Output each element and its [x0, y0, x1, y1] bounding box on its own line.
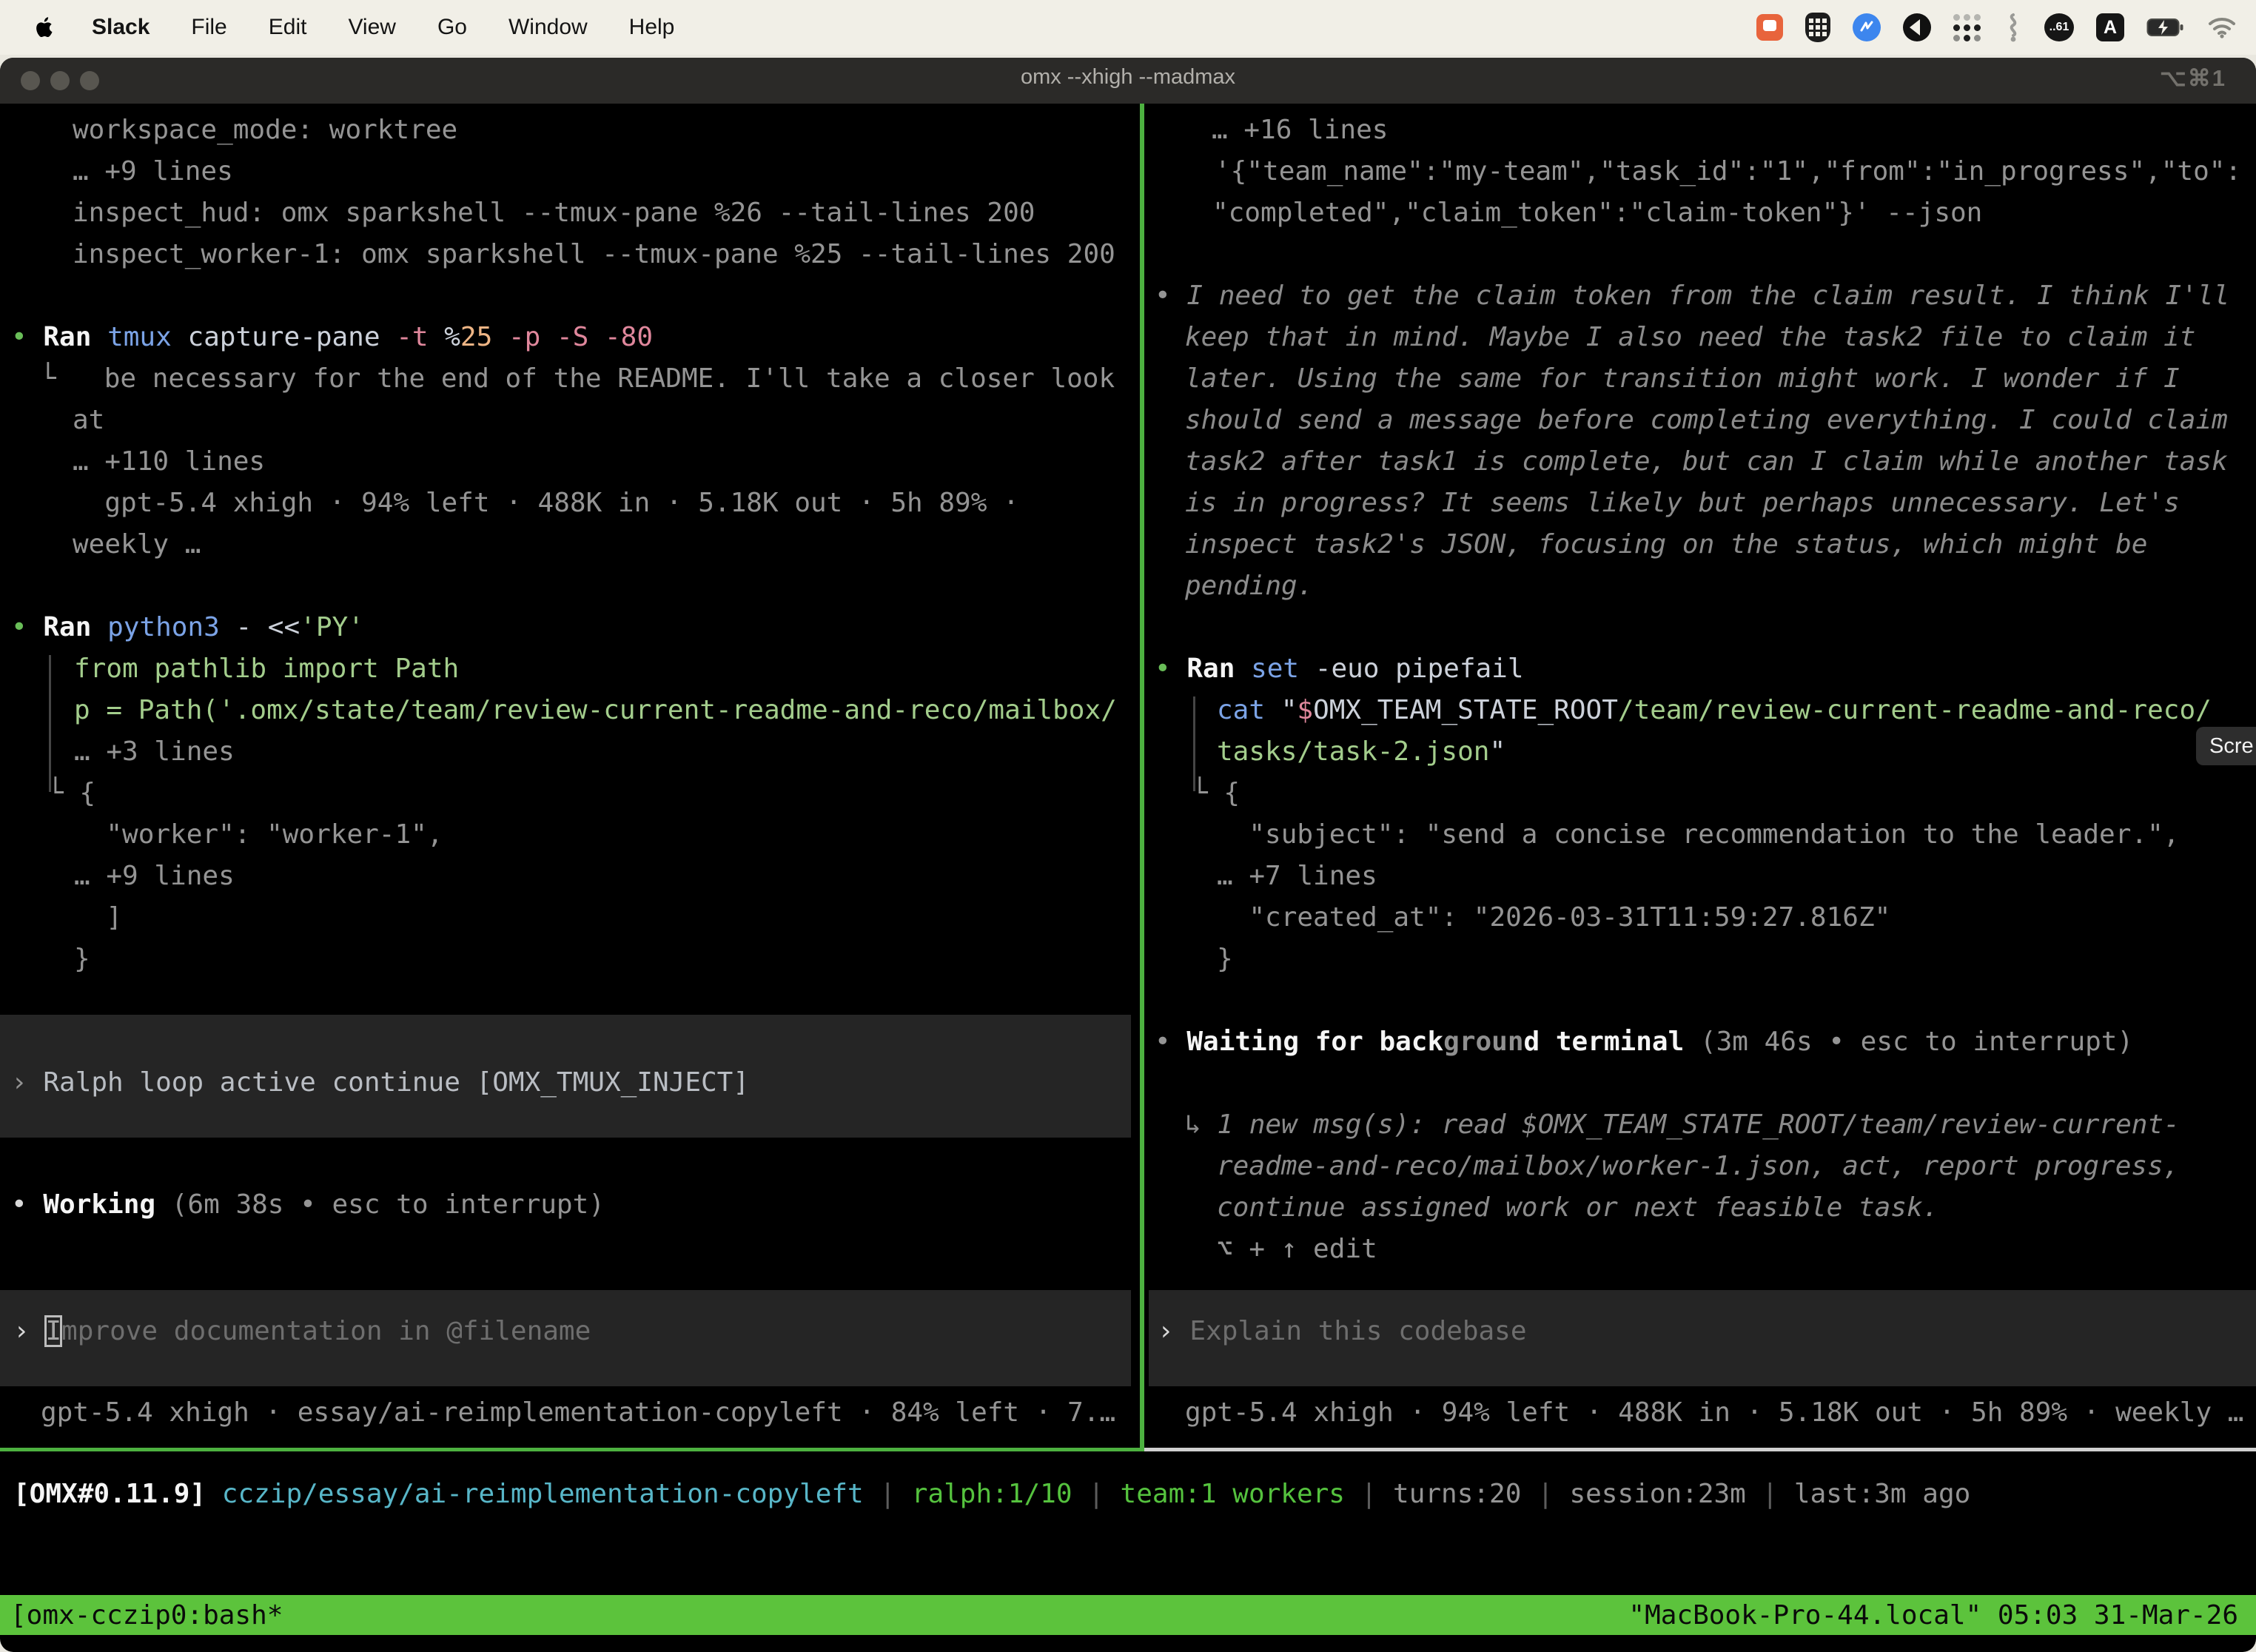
- menu-file[interactable]: File: [191, 15, 226, 40]
- a-square-icon[interactable]: A: [2096, 13, 2124, 41]
- terminal-line: readme-and-reco/mailbox/worker-1.json, a…: [1217, 1149, 2179, 1183]
- terminal-line: later. Using the same for transition mig…: [1185, 362, 2180, 396]
- terminal-line: }: [74, 942, 90, 976]
- menu-status-icons: ..61 A: [1756, 0, 2237, 55]
- terminal-line: '{"team_name":"my-team","task_id":"1","f…: [1215, 155, 2241, 189]
- window-shortcut-badge: ⌥⌘1: [2160, 65, 2226, 92]
- terminal-line: ↳ 1 new msg(s): read $OMX_TEAM_STATE_ROO…: [1185, 1108, 2180, 1142]
- terminal-line: … +7 lines: [1217, 859, 1377, 893]
- terminal-line: gpt-5.4 xhigh · essay/ai-reimplementatio…: [41, 1396, 1115, 1430]
- dots-grid-icon[interactable]: [1953, 14, 1981, 41]
- pane-divider[interactable]: [1140, 104, 1144, 1451]
- terminal-line: • I need to get the claim token from the…: [1155, 279, 2229, 313]
- terminal-line: gpt-5.4 xhigh · 94% left · 488K in · 5.1…: [73, 486, 1019, 520]
- terminal-line: is in progress? It seems likely but perh…: [1185, 486, 2180, 520]
- pane-border-right: [1144, 1448, 2256, 1451]
- terminal-line: inspect task2's JSON, focusing on the st…: [1185, 528, 2147, 562]
- tmux-pane-right[interactable]: … +16 lines '{"team_name":"my-team","task…: [1144, 104, 2256, 1448]
- terminal-line: … +16 lines: [1212, 113, 1388, 147]
- terminal-line: … +110 lines: [73, 445, 265, 479]
- tmux-status-bar: [omx-cczip0:bash* "MacBook-Pro-44.local"…: [0, 1595, 2256, 1635]
- terminal-line: continue assigned work or next feasible …: [1217, 1191, 1938, 1225]
- terminal-line: cat "$OMX_TEAM_STATE_ROOT/team/review-cu…: [1217, 694, 2212, 728]
- terminal-line: gpt-5.4 xhigh · 94% left · 488K in · 5.1…: [1185, 1396, 2243, 1430]
- battery-charging-icon[interactable]: [2146, 17, 2185, 38]
- terminal-line: should send a message before completing …: [1185, 403, 2228, 437]
- tmux-host-clock: "MacBook-Pro-44.local" 05:03 31-Mar-26: [1628, 1600, 2238, 1631]
- window-title: omx --xhigh --madmax: [0, 65, 2256, 90]
- squiggle-icon[interactable]: [2003, 12, 2022, 43]
- tmux-pane-left[interactable]: workspace_mode: worktree … +9 lines inspec…: [0, 104, 1140, 1448]
- badge-61-icon[interactable]: ..61: [2044, 13, 2074, 41]
- menu-bar: Slack File Edit View Go Window Help ..61…: [0, 0, 2256, 55]
- terminal-line: "subject": "send a concise recommendatio…: [1217, 818, 2179, 852]
- terminal-line: inspect_worker-1: omx sparkshell --tmux-…: [73, 238, 1115, 272]
- terminal-line: }: [1217, 942, 1233, 976]
- pane-border-left: [0, 1448, 1140, 1451]
- omx-status-line: [OMX#0.11.9] cczip/essay/ai-reimplementa…: [13, 1479, 1970, 1509]
- terminal-line: tasks/task-2.json": [1217, 735, 1505, 769]
- terminal-line: "completed","claim_token":"claim-token"}…: [1212, 196, 1982, 230]
- terminal-line: ]: [74, 901, 122, 935]
- terminal-line: weekly …: [73, 528, 201, 562]
- privacy-shield-icon[interactable]: [1805, 13, 1830, 42]
- terminal-line: • Ran set -euo pipefail: [1155, 652, 1524, 686]
- terminal-line: • Waiting for background terminal (3m 46…: [1155, 1025, 2133, 1059]
- menu-edit[interactable]: Edit: [269, 15, 307, 40]
- chat-icon[interactable]: [1756, 14, 1783, 41]
- terminal-line: "created_at": "2026-03-31T11:59:27.816Z": [1217, 901, 1890, 935]
- wifi-icon[interactable]: [2207, 16, 2237, 38]
- terminal-line: └ {: [47, 776, 95, 810]
- terminal-line: at: [73, 403, 104, 437]
- menu-go[interactable]: Go: [437, 15, 467, 40]
- terminal-line: … +9 lines: [74, 859, 235, 893]
- terminal-line: › Explain this codebase: [1158, 1314, 1527, 1349]
- kaleidoscope-icon[interactable]: [1903, 13, 1931, 41]
- terminal-line: keep that in mind. Maybe I also need the…: [1185, 320, 2195, 355]
- terminal-line: › Improve documentation in @filename: [13, 1314, 591, 1349]
- terminal-line: … +9 lines: [73, 155, 233, 189]
- terminal-line: • Ran tmux capture-pane -t %25 -p -S -80: [11, 320, 653, 355]
- menu-view[interactable]: View: [348, 15, 395, 40]
- terminal-line: └ be necessary for the end of the README…: [40, 362, 1115, 396]
- badge-61-label: ..61: [2049, 21, 2069, 34]
- terminal-line: ⌥ + ↑ edit: [1217, 1232, 1377, 1266]
- terminal-line: task2 after task1 is complete, but can I…: [1185, 445, 2228, 479]
- a-square-label: A: [2104, 17, 2117, 38]
- blue-badge-icon[interactable]: [1853, 13, 1881, 41]
- terminal-line: › Ralph loop active continue [OMX_TMUX_I…: [11, 1066, 749, 1100]
- terminal-line: inspect_hud: omx sparkshell --tmux-pane …: [73, 196, 1035, 230]
- output-rail: [49, 655, 51, 792]
- screen-tooltip: Scre: [2196, 727, 2256, 765]
- terminal-line: … +3 lines: [74, 735, 235, 769]
- menu-app-name[interactable]: Slack: [92, 15, 150, 40]
- menu-help[interactable]: Help: [629, 15, 675, 40]
- menu-window[interactable]: Window: [508, 15, 588, 40]
- terminal-line: workspace_mode: worktree: [73, 113, 457, 147]
- terminal-line: • Ran python3 - <<'PY': [11, 611, 364, 645]
- tmux-session-label[interactable]: [omx-cczip0:bash*: [10, 1600, 283, 1631]
- terminal-line: └ {: [1192, 776, 1240, 810]
- apple-menu-icon[interactable]: [31, 13, 56, 42]
- terminal-line: "worker": "worker-1",: [74, 818, 443, 852]
- terminal-line: pending.: [1185, 569, 1313, 603]
- terminal-line: from pathlib import Path: [74, 652, 459, 686]
- terminal-line: p = Path('.omx/state/team/review-current…: [74, 694, 1117, 728]
- terminal-line: • Working (6m 38s • esc to interrupt): [11, 1188, 605, 1222]
